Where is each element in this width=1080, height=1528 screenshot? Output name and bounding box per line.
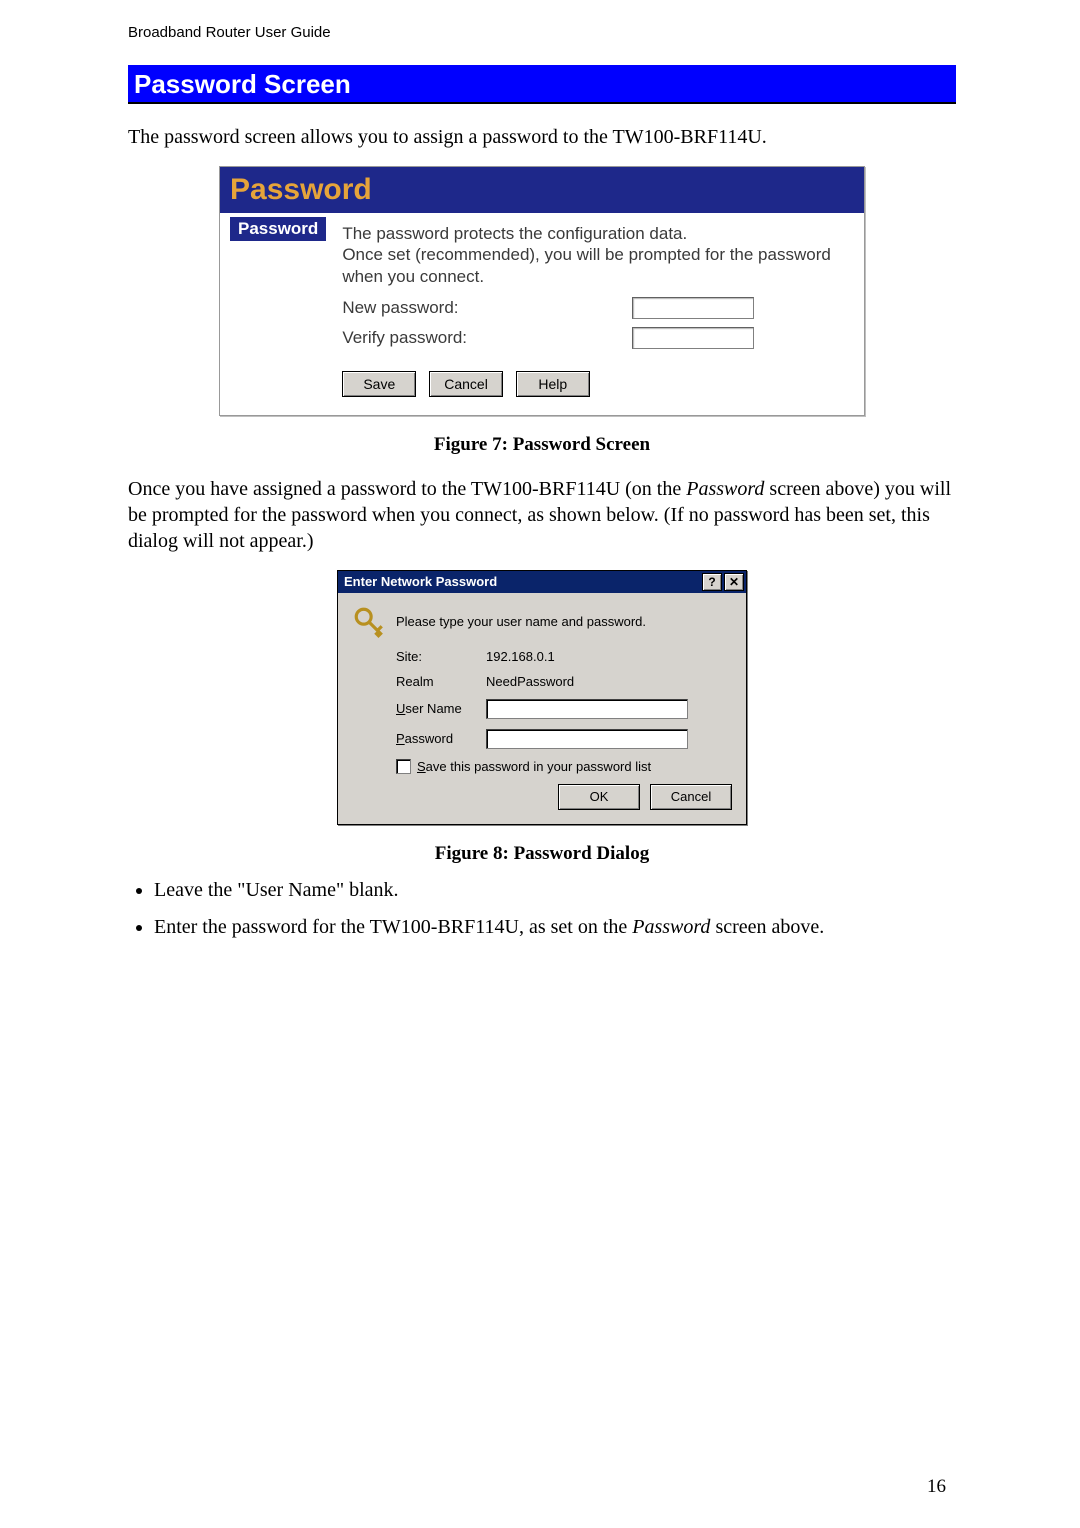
page-number: 16 [927, 1476, 946, 1498]
password-panel: Password Password The password protects … [219, 166, 865, 416]
figure-7-caption: Figure 7: Password Screen [128, 434, 956, 456]
site-label: Site: [396, 649, 486, 664]
cancel-button[interactable]: Cancel [429, 371, 503, 397]
verify-password-label: Verify password: [342, 328, 632, 348]
enter-network-password-dialog: Enter Network Password ? ✕ Please type y… [337, 570, 747, 825]
password-label: Password [396, 731, 486, 746]
cancel-button-dlg[interactable]: Cancel [650, 784, 732, 810]
bullet-2-post: screen above. [710, 916, 824, 938]
realm-value: NeedPassword [486, 674, 574, 689]
new-password-input[interactable] [632, 297, 754, 319]
intro-paragraph: The password screen allows you to assign… [128, 124, 956, 150]
mid-paragraph: Once you have assigned a password to the… [128, 476, 956, 554]
password-side-label: Password [230, 217, 326, 241]
close-icon[interactable]: ✕ [724, 573, 744, 591]
site-value: 192.168.0.1 [486, 649, 555, 664]
help-button[interactable]: Help [516, 371, 590, 397]
key-icon [352, 605, 386, 639]
password-panel-titlebar: Password [220, 167, 864, 213]
bullet-2: Enter the password for the TW100-BRF114U… [154, 912, 956, 943]
password-panel-title: Password [230, 173, 372, 206]
ok-button[interactable]: OK [558, 784, 640, 810]
bullet-1: Leave the "User Name" blank. [154, 875, 956, 906]
section-heading: Password Screen [134, 69, 351, 100]
dialog-prompt: Please type your user name and password. [396, 614, 646, 629]
breadcrumb: Broadband Router User Guide [128, 24, 956, 41]
username-label: User Name [396, 701, 486, 716]
bullet-2-italic: Password [632, 916, 710, 938]
save-password-label: Save this password in your password list [417, 759, 651, 774]
save-password-checkbox[interactable] [396, 759, 411, 774]
help-icon[interactable]: ? [702, 573, 722, 591]
password-description: The password protects the configuration … [342, 223, 850, 287]
save-button[interactable]: Save [342, 371, 416, 397]
bullet-2-pre: Enter the password for the TW100-BRF114U… [154, 916, 632, 938]
new-password-label: New password: [342, 298, 632, 318]
verify-password-input[interactable] [632, 327, 754, 349]
username-input[interactable] [486, 699, 688, 719]
dialog-titlebar: Enter Network Password ? ✕ [338, 571, 746, 593]
password-input[interactable] [486, 729, 688, 749]
realm-label: Realm [396, 674, 486, 689]
figure-8-caption: Figure 8: Password Dialog [128, 843, 956, 865]
dialog-title: Enter Network Password [344, 574, 497, 589]
section-heading-bar: Password Screen [128, 65, 956, 104]
